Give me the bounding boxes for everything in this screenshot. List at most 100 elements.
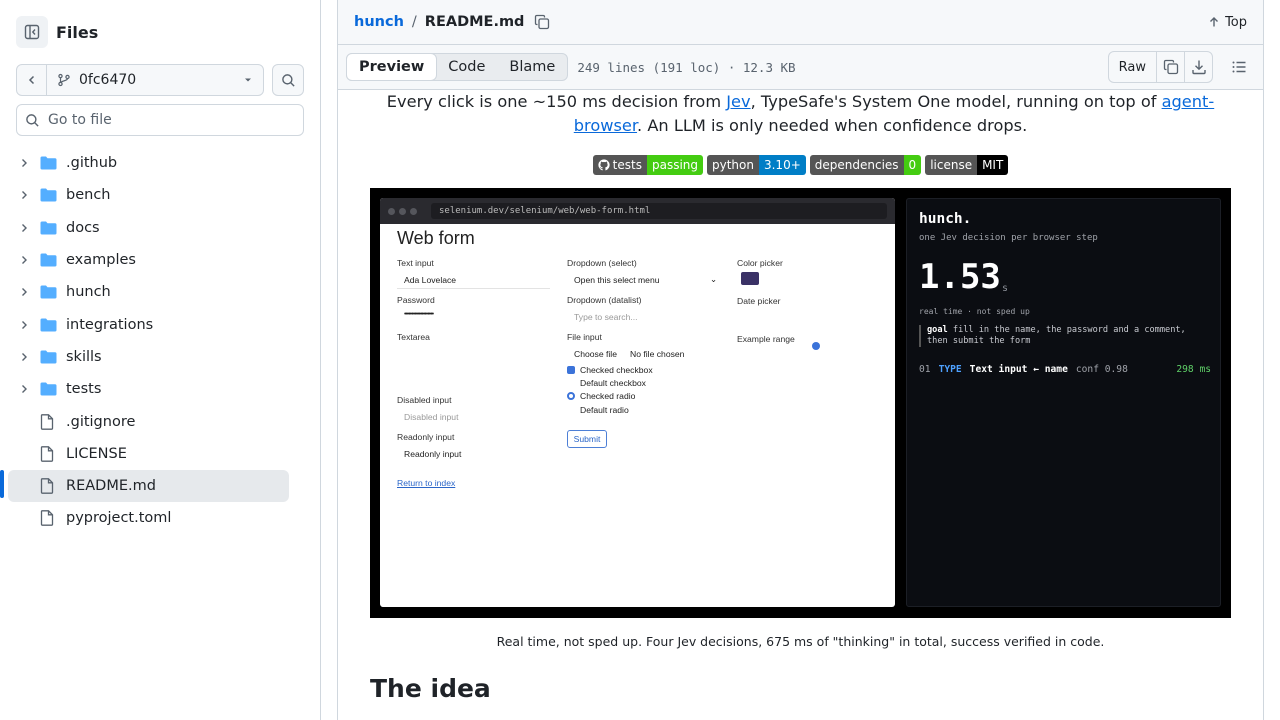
sidebar-title: Files [56,22,99,42]
go-to-file-input[interactable] [48,112,295,128]
breadcrumb-file: README.md [424,14,525,30]
file-header: hunch / README.md Top [338,0,1263,44]
step-type: TYPE [938,364,962,375]
folder-icon [40,221,58,235]
range-label: Example range [737,334,795,344]
download-icon [1191,60,1206,75]
tree-item-label: pyproject.toml [66,510,172,527]
choose-file-button: Choose file [574,349,617,359]
collapse-sidebar-button[interactable] [16,16,48,48]
tree-item-tests[interactable]: tests [8,373,289,405]
color-swatch [741,272,759,285]
tree-item-label: .github [66,155,118,172]
copy-icon [1163,59,1178,75]
file-info: 249 lines (191 loc) · 12.3 KB [577,59,796,75]
date-picker-label: Date picker [737,296,781,306]
chevron-right-icon [16,190,32,200]
window-dot [399,207,406,215]
folder-icon [40,156,58,170]
download-button[interactable] [1184,52,1212,82]
license-badge[interactable]: license MIT [925,155,1009,175]
jev-link[interactable]: Jev [726,92,750,111]
hunch-panel: hunch. one Jev decision per browser step… [906,198,1221,607]
tree-item-label: integrations [66,316,154,333]
raw-button[interactable]: Raw [1109,52,1156,82]
tree-item-label: README.md [66,478,156,495]
tree-item-github[interactable]: .github [8,147,289,179]
badge-label: tests [612,158,642,172]
tree-item-docs[interactable]: docs [8,212,289,244]
checkbox-checked-icon [567,366,575,374]
arrow-left-icon [28,75,34,85]
copy-path-button[interactable] [534,14,550,30]
tab-blame[interactable]: Blame [497,54,567,80]
demo-caption: Real time, not sped up. Four Jev decisio… [496,634,1105,649]
chevron-right-icon [16,384,32,394]
elapsed-unit: s [1002,283,1009,294]
range-thumb [812,342,820,350]
tree-item-examples[interactable]: examples [8,244,289,276]
tree-item-label: bench [66,187,111,204]
checked-radio-label: Checked radio [580,391,636,401]
elapsed-time: 1.53 [919,257,1001,297]
chevron-right-icon [16,158,32,168]
readonly-input-label: Readonly input [397,432,455,442]
return-to-index-link: Return to index [397,478,456,488]
goal-text: fill in the name, the password and a com… [927,325,1186,346]
step-row: 01 TYPE Text input ← name conf 0.98 298 … [919,364,1211,375]
tab-code[interactable]: Code [436,54,497,80]
outline-button[interactable] [1223,51,1255,83]
breadcrumb: hunch / README.md [354,14,524,30]
tab-preview[interactable]: Preview [346,53,438,81]
tree-item-gitignore[interactable]: .gitignore [8,405,289,437]
search-button[interactable] [272,64,304,96]
chevron-right-icon [16,320,32,330]
branch-selector[interactable]: 0fc6470 [47,65,263,95]
file-toolbar: Preview Code Blame 249 lines (191 loc) ·… [338,44,1263,90]
tree-item-skills[interactable]: skills [8,341,289,373]
tree-item-bench[interactable]: bench [8,179,289,211]
tree-item-pyproject[interactable]: pyproject.toml [8,502,289,534]
panel-subtitle: one Jev decision per browser step [919,233,1098,243]
copy-raw-button[interactable] [1156,52,1184,82]
list-unordered-icon [1232,61,1246,73]
chevron-right-icon [16,352,32,362]
folder-icon [40,382,58,396]
tree-item-label: skills [66,348,102,365]
window-dot [388,207,395,215]
file-icon [40,478,58,494]
folder-icon [40,188,58,202]
tree-item-hunch[interactable]: hunch [8,276,289,308]
folder-icon [40,253,58,267]
tree-item-readme[interactable]: README.md [8,469,289,503]
readonly-input: Readonly input [404,449,462,459]
hunch-brand: hunch. [919,211,972,227]
badge-label: python [707,155,759,175]
chevron-right-icon [16,255,32,265]
folder-icon [40,318,58,332]
tree-item-integrations[interactable]: integrations [8,308,289,340]
breadcrumb-repo-link[interactable]: hunch [354,14,404,30]
tests-badge[interactable]: tests passing [592,155,703,175]
branch-name: 0fc6470 [79,72,137,88]
dropdown-select-label: Dropdown (select) [567,258,637,268]
step-field: Text input ← name [969,364,1068,375]
toolbar-actions: Raw [1107,51,1255,83]
field-underline [397,288,550,289]
go-to-file-field[interactable] [16,104,304,136]
step-confidence: conf 0.98 [1075,364,1128,375]
back-to-top-button[interactable]: Top [1208,15,1247,30]
python-badge[interactable]: python 3.10+ [707,155,806,175]
chevron-right-icon [16,223,32,233]
back-button[interactable] [17,65,47,95]
branch-group: 0fc6470 [16,64,264,96]
file-tree-sidebar: Files 0fc6470 .github bench docs example… [0,0,321,720]
window-dot [410,207,417,215]
file-icon [40,413,58,430]
active-item-indicator [0,470,4,498]
folder-icon [40,350,58,364]
dependencies-badge[interactable]: dependencies 0 [809,155,922,175]
chevron-down-icon: ⌄ [710,274,718,284]
tree-item-license[interactable]: LICENSE [8,438,289,470]
badge-value: 3.10+ [758,155,806,175]
